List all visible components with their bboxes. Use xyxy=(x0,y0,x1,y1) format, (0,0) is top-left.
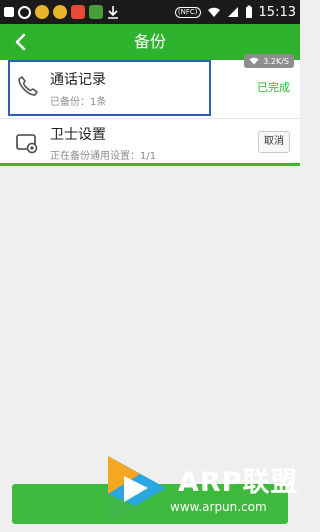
item-title: 通话记录 xyxy=(50,72,106,88)
app-icon xyxy=(71,5,85,19)
cancel-button[interactable]: 取消 xyxy=(258,131,290,153)
notification-icon xyxy=(4,7,14,17)
speed-badge: 3.2K/S xyxy=(244,54,294,68)
signal-icon xyxy=(227,7,238,17)
list-item[interactable]: 通话记录 已备份：1条 已完成 xyxy=(0,60,300,118)
watermark-brand: ARP联盟 xyxy=(178,467,299,498)
search-icon xyxy=(18,5,31,19)
app-icon xyxy=(89,5,103,19)
wifi-icon xyxy=(207,7,220,17)
notification-icons xyxy=(4,3,119,21)
speed-value: 3.2K/S xyxy=(263,56,289,66)
status-bar: (NFC) 15:13 xyxy=(0,0,300,24)
settings-icon xyxy=(16,134,38,154)
nfc-indicator: (NFC) xyxy=(174,6,201,18)
item-subtitle: 正在备份通用设置：1/1 xyxy=(50,151,157,162)
status-label: 已完成 xyxy=(257,81,290,94)
battery-icon xyxy=(245,5,252,18)
wifi-icon xyxy=(249,57,259,65)
watermark-logo: ARP联盟 www.arpun.com xyxy=(100,450,300,528)
item-subtitle: 已备份：1条 xyxy=(50,97,107,108)
phone-icon xyxy=(18,76,38,96)
play-logo-icon xyxy=(108,456,166,522)
app-icon xyxy=(35,5,49,19)
list-item[interactable]: 卫士设置 正在备份通用设置：1/1 取消 xyxy=(0,118,300,165)
download-icon xyxy=(108,6,118,19)
watermark-url: www.arpun.com xyxy=(170,500,267,514)
app-icon xyxy=(53,5,67,19)
progress-bar xyxy=(0,163,300,166)
clock: 15:13 xyxy=(258,4,296,20)
progress-fill xyxy=(0,163,300,166)
system-indicators: (NFC) 15:13 xyxy=(174,0,296,24)
item-title: 卫士设置 xyxy=(50,127,106,143)
